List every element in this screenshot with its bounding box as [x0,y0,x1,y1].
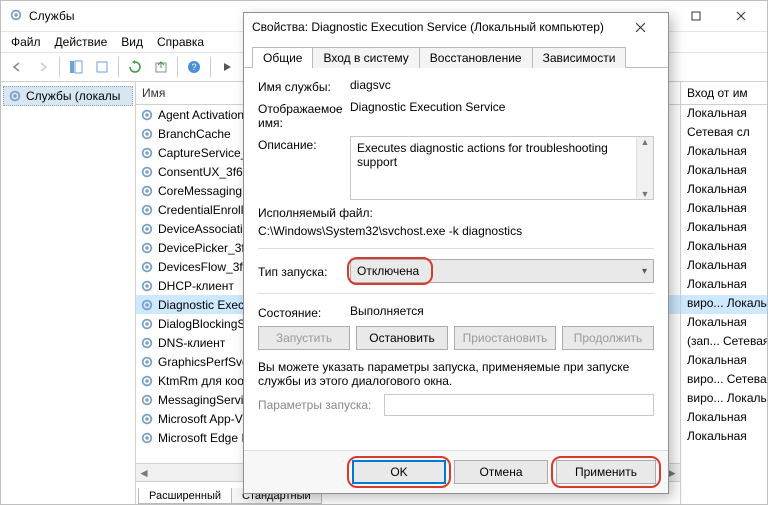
help-icon[interactable]: ? [182,55,206,79]
tab-recovery[interactable]: Восстановление [419,47,533,68]
tab-extended[interactable]: Расширенный [138,488,232,504]
value-display-name: Diagnostic Execution Service [350,100,654,114]
value-state: Выполняется [350,304,654,318]
logon-cell[interactable]: Локальная [681,257,767,276]
logon-cell[interactable]: Сетевая сл [681,124,767,143]
svg-text:?: ? [191,62,196,72]
back-button[interactable] [5,55,29,79]
ok-button[interactable]: OK [352,460,446,484]
start-button[interactable]: Запустить [258,326,350,350]
tab-general[interactable]: Общие [252,47,313,68]
label-description: Описание: [258,136,344,152]
description-scrollbar[interactable]: ▲▼ [636,137,653,199]
logon-cell[interactable]: виро... Локальная [681,295,767,314]
stop-button[interactable]: Остановить [356,326,448,350]
properties-dialog: Свойства: Diagnostic Execution Service (… [243,12,669,494]
pause-button[interactable]: Приостановить [454,326,556,350]
params-input[interactable] [384,394,654,416]
logon-cell[interactable]: виро... Локальная [681,390,767,409]
logon-cell[interactable]: Локальная [681,219,767,238]
tree-root-label: Службы (локалы [26,89,120,103]
logon-cell[interactable]: Локальная [681,143,767,162]
logon-cell[interactable]: Локальная [681,105,767,124]
window-title: Службы [29,9,74,23]
label-state: Состояние: [258,304,344,320]
startup-type-value: Отключена [357,264,419,278]
value-description: Executes diagnostic actions for troubles… [357,141,608,169]
label-display-name: Отображаемое имя: [258,100,344,130]
label-exe: Исполняемый файл: [258,206,654,220]
logon-column: Вход от им ЛокальнаяСетевая слЛокальнаяЛ… [680,82,767,504]
logon-cell[interactable]: (зап... Сетевая сл [681,333,767,352]
services-window: Службы Файл Действие Вид Справка ? [0,0,768,505]
logon-cell[interactable]: Локальная [681,162,767,181]
tree-pane: Службы (локалы [1,82,136,504]
close-button[interactable] [718,2,763,31]
tree-root[interactable]: Службы (локалы [3,86,133,106]
logon-cell[interactable]: Локальная [681,352,767,371]
value-service-name: diagsvc [350,78,654,92]
menu-file[interactable]: Файл [11,35,41,49]
dialog-tabs: Общие Вход в систему Восстановление Зави… [244,43,668,68]
label-params: Параметры запуска: [258,398,378,412]
cancel-button[interactable]: Отмена [454,460,548,484]
logon-cell[interactable]: Локальная [681,276,767,295]
export-icon[interactable] [149,55,173,79]
logon-cell[interactable]: Локальная [681,314,767,333]
description-box: Executes diagnostic actions for troubles… [350,136,654,200]
params-hint: Вы можете указать параметры запуска, при… [258,360,654,388]
menu-help[interactable]: Справка [157,35,204,49]
logon-cell[interactable]: Локальная [681,428,767,447]
details-view-icon[interactable] [64,55,88,79]
chevron-down-icon: ▾ [642,266,647,277]
properties-icon[interactable] [90,55,114,79]
column-header-logon[interactable]: Вход от им [681,82,767,105]
logon-cell[interactable]: Локальная [681,200,767,219]
startup-type-select[interactable]: Отключена ▾ [350,259,654,283]
dialog-close-button[interactable] [620,14,660,40]
tab-dependencies[interactable]: Зависимости [532,47,627,68]
apply-button[interactable]: Применить [556,460,656,484]
start-service-icon[interactable] [215,55,239,79]
logon-cell[interactable]: Локальная [681,181,767,200]
dialog-title: Свойства: Diagnostic Execution Service (… [252,20,620,34]
logon-cell[interactable]: Локальная [681,238,767,257]
logon-cell[interactable]: виро... Сетевая сл [681,371,767,390]
forward-button[interactable] [31,55,55,79]
logon-cell[interactable]: Локальная [681,409,767,428]
resume-button[interactable]: Продолжить [562,326,654,350]
app-icon [9,8,23,25]
menu-view[interactable]: Вид [121,35,143,49]
label-startup-type: Тип запуска: [258,263,344,279]
refresh-icon[interactable] [123,55,147,79]
menu-action[interactable]: Действие [55,35,108,49]
tab-logon[interactable]: Вход в систему [312,47,419,68]
label-service-name: Имя службы: [258,78,344,94]
maximize-button[interactable] [673,2,718,31]
value-exe: C:\Windows\System32\svchost.exe -k diagn… [258,224,654,238]
